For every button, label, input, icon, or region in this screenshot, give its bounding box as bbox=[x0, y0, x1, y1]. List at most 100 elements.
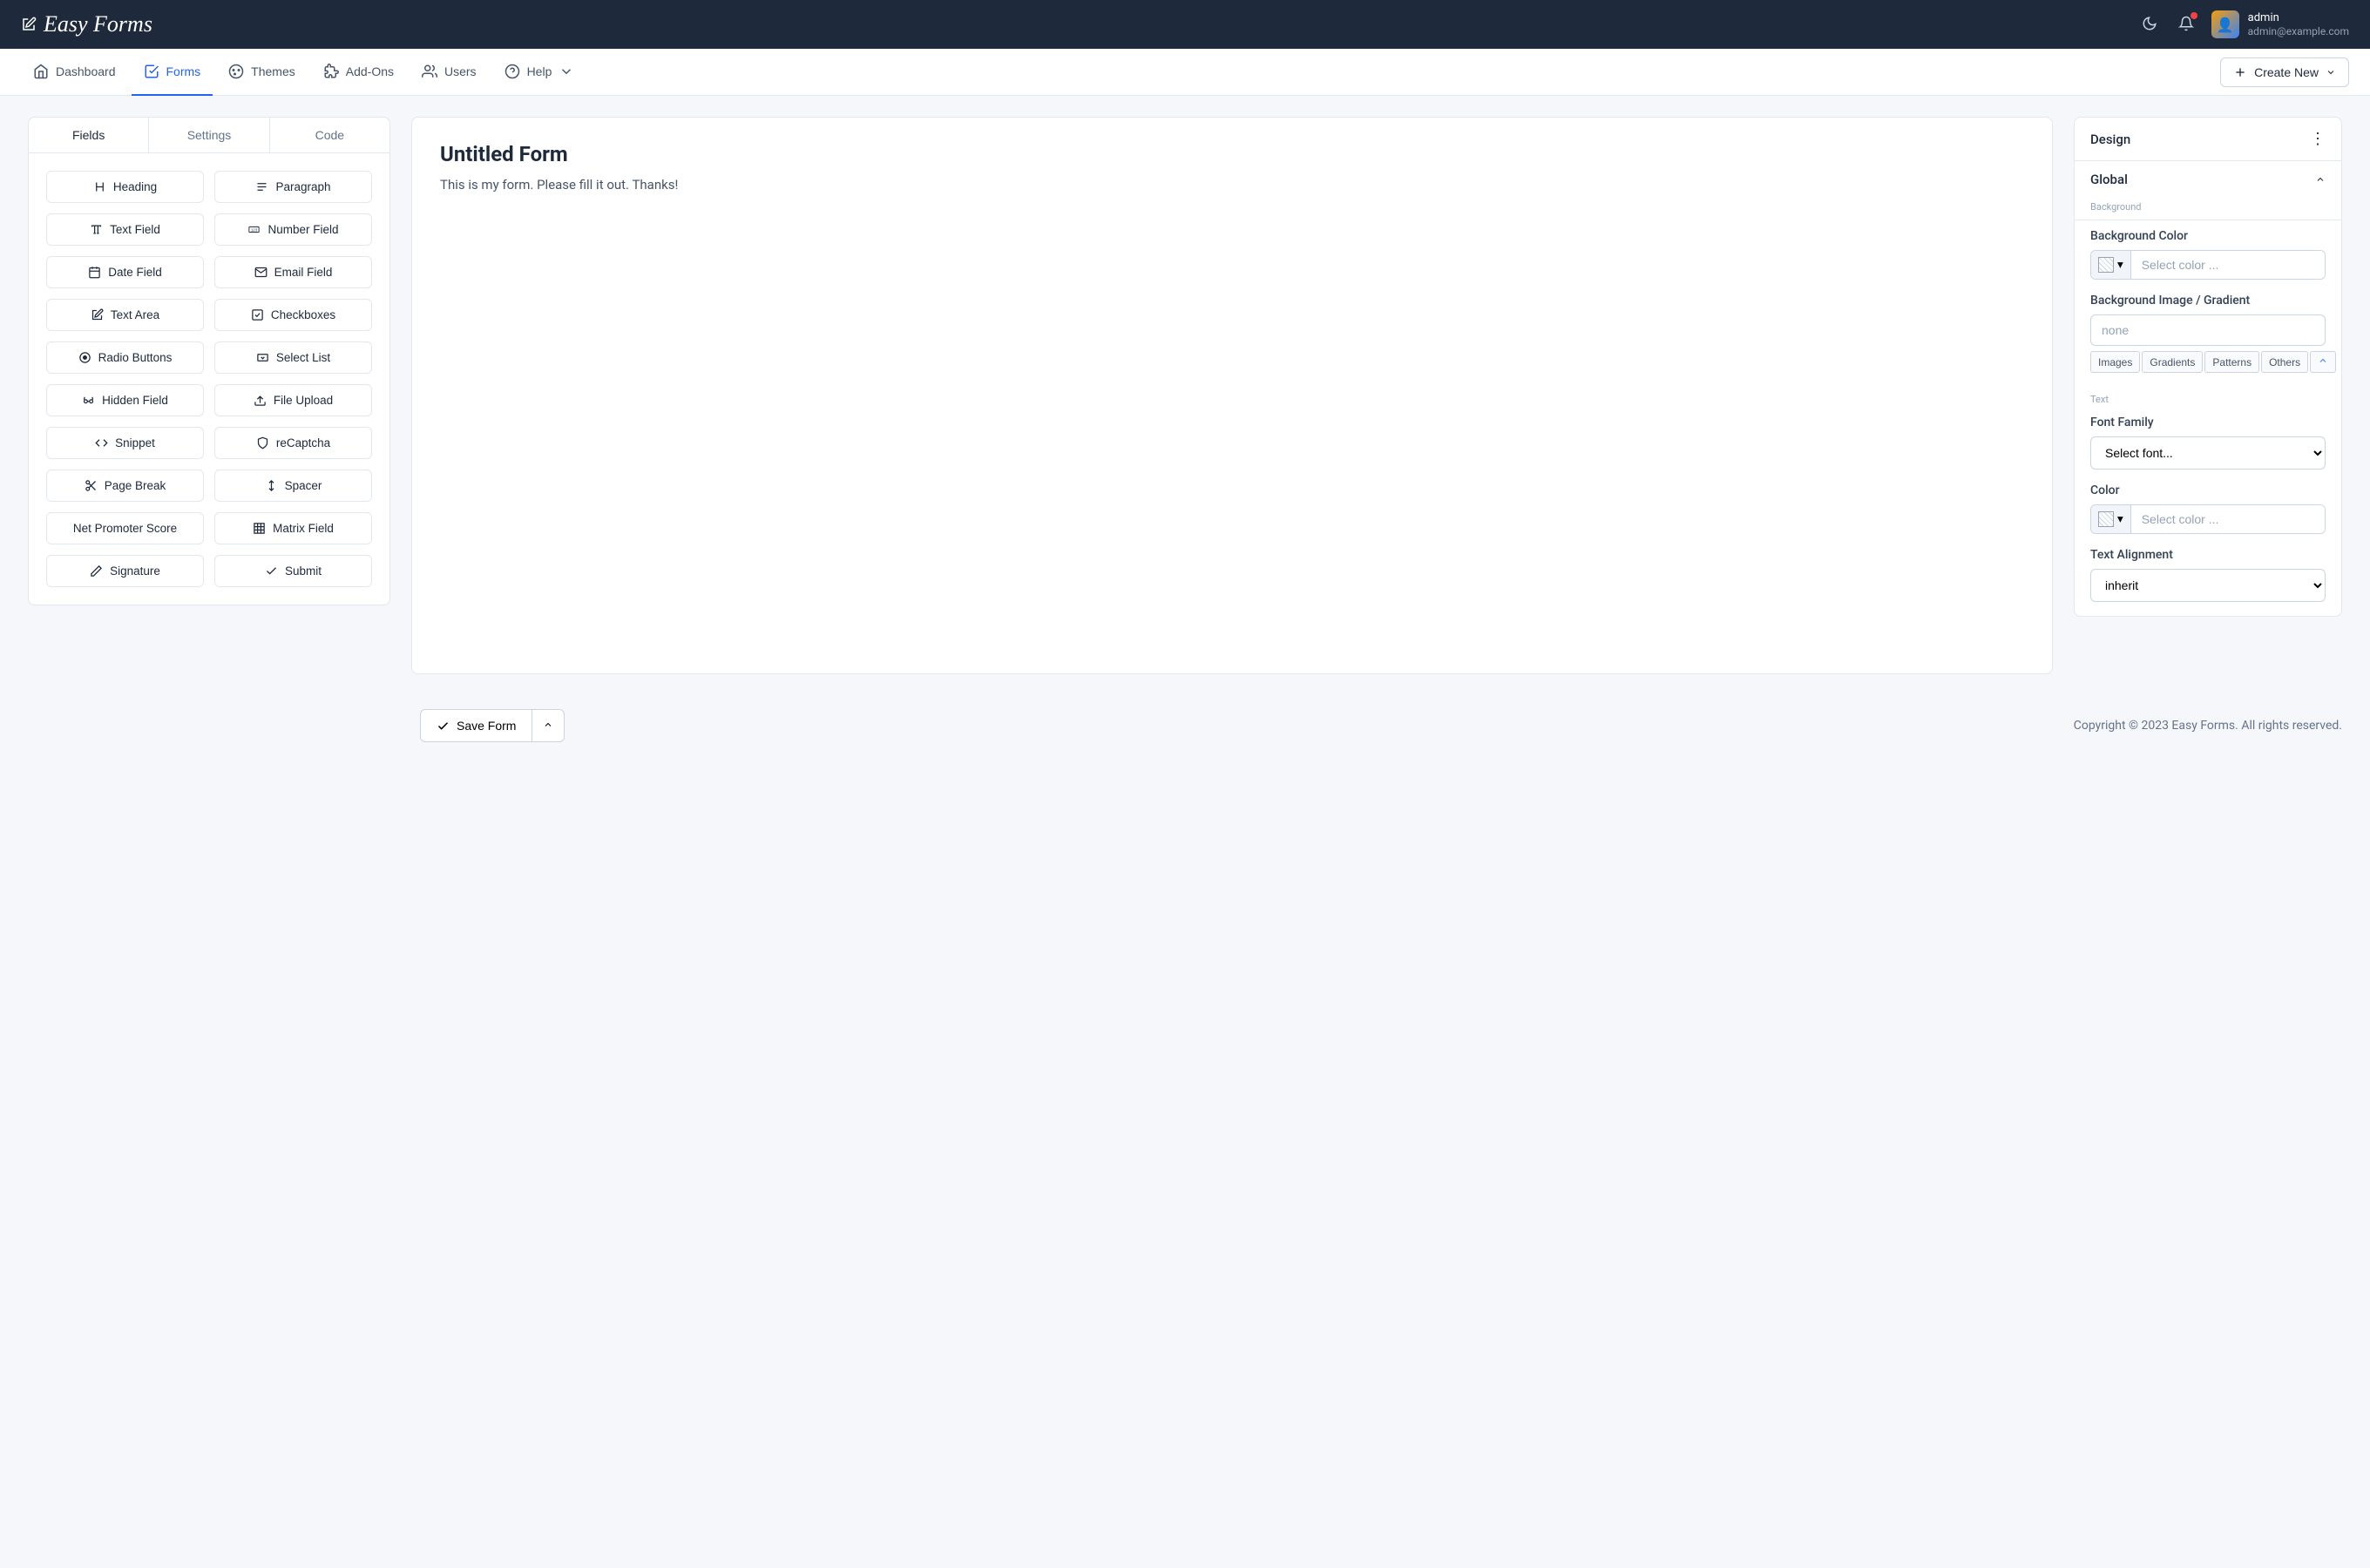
bg-color-group: Background Color ▾ bbox=[2075, 229, 2341, 294]
font-family-group: Font Family Select font... bbox=[2075, 416, 2341, 483]
field-matrix[interactable]: Matrix Field bbox=[214, 512, 372, 544]
field-text[interactable]: Text Field bbox=[46, 213, 204, 246]
copyright: Copyright © 2023 Easy Forms. All rights … bbox=[2074, 719, 2342, 733]
avatar: 👤 bbox=[2211, 10, 2239, 38]
code-icon bbox=[95, 436, 108, 449]
field-email[interactable]: Email Field bbox=[214, 256, 372, 288]
pen-icon bbox=[90, 564, 103, 578]
text-field-icon bbox=[90, 223, 103, 236]
fields-grid: Heading Paragraph Text Field 123Number F… bbox=[29, 153, 389, 605]
bg-color-picker: ▾ bbox=[2090, 250, 2326, 280]
field-number[interactable]: 123Number Field bbox=[214, 213, 372, 246]
edit-logo-icon bbox=[21, 17, 37, 32]
user-name: admin bbox=[2248, 11, 2349, 25]
edit-icon bbox=[91, 308, 104, 321]
bg-image-group: Background Image / Gradient Images Gradi… bbox=[2075, 294, 2341, 387]
form-title: Untitled Form bbox=[440, 142, 2024, 166]
checkbox-icon bbox=[251, 308, 264, 321]
chip-patterns[interactable]: Patterns bbox=[2204, 351, 2259, 373]
shield-icon bbox=[256, 436, 269, 449]
field-date[interactable]: Date Field bbox=[46, 256, 204, 288]
nav-addons[interactable]: Add-Ons bbox=[311, 49, 406, 96]
tab-fields[interactable]: Fields bbox=[29, 118, 149, 152]
chevron-down-icon bbox=[559, 64, 574, 79]
tab-code[interactable]: Code bbox=[270, 118, 389, 152]
design-header: Design ⋮ bbox=[2075, 118, 2341, 161]
text-color-swatch[interactable]: ▾ bbox=[2091, 505, 2131, 533]
chip-images[interactable]: Images bbox=[2090, 351, 2140, 373]
notifications-button[interactable] bbox=[2175, 12, 2197, 37]
nav-forms[interactable]: Forms bbox=[132, 49, 213, 96]
text-color-group: Color ▾ bbox=[2075, 483, 2341, 548]
notification-dot-icon bbox=[2191, 12, 2197, 19]
scissors-icon bbox=[85, 479, 98, 492]
nav-users[interactable]: Users bbox=[410, 49, 489, 96]
save-form-dropdown[interactable] bbox=[532, 709, 565, 742]
check-icon bbox=[437, 720, 450, 733]
chip-others[interactable]: Others bbox=[2261, 351, 2308, 373]
bg-image-input[interactable] bbox=[2090, 314, 2326, 346]
field-file[interactable]: File Upload bbox=[214, 384, 372, 416]
field-signature[interactable]: Signature bbox=[46, 555, 204, 587]
nav-label: Dashboard bbox=[56, 64, 116, 78]
field-checkboxes[interactable]: Checkboxes bbox=[214, 299, 372, 331]
topbar: Easy Forms 👤 admin admin@example.com bbox=[0, 0, 2370, 49]
check-icon bbox=[265, 564, 278, 578]
mail-icon bbox=[254, 266, 267, 279]
dropdown-icon bbox=[256, 351, 269, 364]
text-color-label: Color bbox=[2090, 483, 2326, 497]
nav-help[interactable]: Help bbox=[492, 49, 587, 96]
field-paragraph[interactable]: Paragraph bbox=[214, 171, 372, 203]
field-submit[interactable]: Submit bbox=[214, 555, 372, 587]
dark-mode-toggle[interactable] bbox=[2138, 12, 2161, 37]
bg-image-presets: Images Gradients Patterns Others bbox=[2090, 351, 2326, 373]
section-global-toggle[interactable]: Global bbox=[2075, 161, 2341, 198]
save-form-button[interactable]: Save Form bbox=[420, 709, 532, 742]
fields-panel: Fields Settings Code Heading Paragraph T… bbox=[28, 117, 390, 605]
field-recaptcha[interactable]: reCaptcha bbox=[214, 427, 372, 459]
chevron-up-icon bbox=[2315, 174, 2326, 185]
font-family-select[interactable]: Select font... bbox=[2090, 436, 2326, 470]
field-spacer[interactable]: Spacer bbox=[214, 470, 372, 502]
nav-links: Dashboard Forms Themes Add-Ons Users Hel… bbox=[21, 49, 586, 96]
field-radio[interactable]: Radio Buttons bbox=[46, 341, 204, 374]
glasses-icon bbox=[82, 394, 95, 407]
moon-icon bbox=[2142, 16, 2157, 31]
text-color-input[interactable] bbox=[2131, 505, 2325, 533]
transparent-swatch-icon bbox=[2098, 257, 2114, 273]
svg-text:123: 123 bbox=[251, 227, 258, 232]
field-select[interactable]: Select List bbox=[214, 341, 372, 374]
user-menu[interactable]: 👤 admin admin@example.com bbox=[2211, 10, 2349, 38]
alignment-select[interactable]: inherit bbox=[2090, 569, 2326, 602]
chip-gradients[interactable]: Gradients bbox=[2142, 351, 2203, 373]
chip-collapse[interactable] bbox=[2310, 351, 2336, 373]
plus-icon bbox=[2233, 65, 2247, 79]
user-text: admin admin@example.com bbox=[2248, 11, 2349, 37]
field-snippet[interactable]: Snippet bbox=[46, 427, 204, 459]
bg-color-swatch[interactable]: ▾ bbox=[2091, 251, 2131, 279]
nav-label: Forms bbox=[166, 64, 201, 78]
nav-label: Add-Ons bbox=[346, 64, 394, 78]
nav-themes[interactable]: Themes bbox=[216, 49, 308, 96]
field-nps[interactable]: Net Promoter Score bbox=[46, 512, 204, 544]
field-hidden[interactable]: Hidden Field bbox=[46, 384, 204, 416]
chevron-down-icon bbox=[2326, 67, 2336, 78]
chevron-up-icon bbox=[543, 720, 553, 730]
navbar: Dashboard Forms Themes Add-Ons Users Hel… bbox=[0, 49, 2370, 96]
builder-tabs: Fields Settings Code bbox=[29, 118, 389, 153]
form-canvas[interactable]: Untitled Form This is my form. Please fi… bbox=[411, 117, 2053, 674]
tab-settings[interactable]: Settings bbox=[149, 118, 269, 152]
create-new-button[interactable]: Create New bbox=[2220, 57, 2349, 87]
field-pagebreak[interactable]: Page Break bbox=[46, 470, 204, 502]
design-menu-button[interactable]: ⋮ bbox=[2310, 130, 2326, 148]
chevron-up-icon bbox=[2318, 355, 2328, 366]
save-form-group: Save Form bbox=[420, 709, 565, 742]
bg-color-input[interactable] bbox=[2131, 251, 2325, 279]
footer: Save Form Copyright © 2023 Easy Forms. A… bbox=[0, 695, 2370, 763]
field-heading[interactable]: Heading bbox=[46, 171, 204, 203]
transparent-swatch-icon bbox=[2098, 511, 2114, 527]
field-textarea[interactable]: Text Area bbox=[46, 299, 204, 331]
nav-dashboard[interactable]: Dashboard bbox=[21, 49, 128, 96]
create-new-label: Create New bbox=[2254, 65, 2319, 79]
brand-logo[interactable]: Easy Forms bbox=[21, 11, 152, 37]
